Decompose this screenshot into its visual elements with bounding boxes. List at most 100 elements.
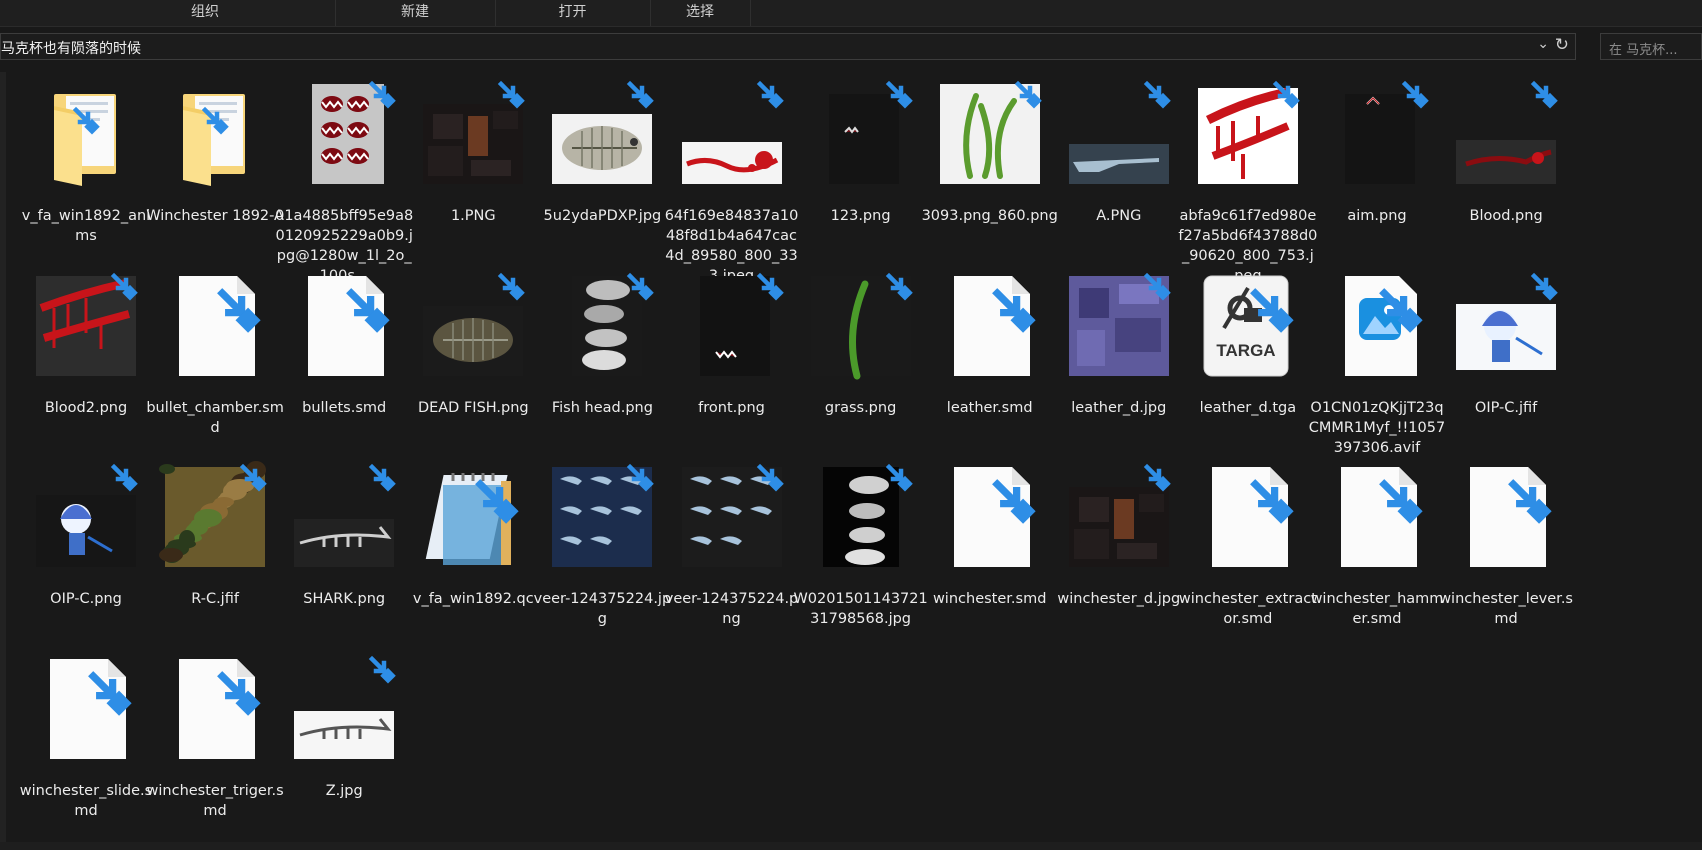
file-item[interactable]: winchester_extractor.smd [1178, 459, 1318, 664]
file-name: Blood.png [1469, 208, 1543, 224]
file-item[interactable]: 5u2ydaPDXP.jpg [532, 76, 672, 281]
file-item[interactable]: 123.png [791, 76, 931, 281]
file-name: 1.PNG [450, 208, 496, 224]
refresh-icon[interactable]: ↻ [1555, 35, 1569, 55]
file-name: winchester_triger.smd [146, 782, 284, 819]
file-item[interactable]: winchester_hammer.smd [1307, 459, 1447, 664]
file-name: W020150114372131798568.jpg [793, 591, 928, 627]
file-thumbnail [1456, 80, 1558, 184]
file-item[interactable]: veer-124375224.jpg [532, 459, 672, 664]
file-item[interactable]: O1CN01zQKjjT23qCMMR1Myf_!!1057397306.avi… [1307, 268, 1447, 473]
file-item[interactable]: bullets.smd [274, 268, 414, 473]
file-item[interactable]: leather.smd [920, 268, 1060, 473]
file-name: v_fa_win1892_anims [21, 208, 151, 244]
file-thumbnail [552, 80, 655, 184]
new-menu[interactable]: 新建 [340, 0, 490, 26]
file-item[interactable]: Winchester 1892-A [145, 76, 285, 281]
file-item[interactable]: winchester_lever.smd [1436, 459, 1576, 664]
file-item[interactable]: Fish head.png [532, 268, 672, 473]
generic-file-icon [953, 275, 1036, 376]
file-name: A.PNG [1096, 208, 1142, 224]
organize-menu[interactable]: 组织 [110, 0, 300, 26]
file-name: winchester_lever.smd [1439, 591, 1573, 627]
file-thumbnail [426, 473, 519, 565]
file-thumbnail [828, 80, 913, 184]
file-thumbnail [294, 463, 396, 567]
generic-file-icon [953, 467, 1036, 567]
file-item[interactable]: winchester.smd [920, 459, 1060, 664]
generic-file-icon [308, 275, 390, 376]
file-item[interactable]: SHARK.png [274, 459, 414, 664]
file-name: grass.png [824, 399, 897, 416]
file-name: Fish head.png [551, 399, 653, 416]
file-name: winchester_hammer.smd [1310, 591, 1444, 627]
file-item[interactable]: TARGA leather_d.tga [1178, 268, 1318, 473]
address-path: 马克杯也有陨落的时候 [1, 41, 141, 57]
file-item[interactable]: 3093.png_860.png [920, 76, 1060, 281]
address-bar[interactable]: 马克杯也有陨落的时候 ⌄ ↻ [0, 33, 1576, 60]
file-item[interactable]: A.PNG [1049, 76, 1189, 281]
file-name: veer-124375224.png [664, 591, 799, 627]
file-item[interactable]: 1.PNG [403, 76, 543, 281]
file-thumbnail [1068, 463, 1171, 567]
file-item[interactable]: v_fa_win1892_anims [16, 76, 156, 281]
navigation-pane-edge [0, 72, 6, 850]
file-item[interactable]: W020150114372131798568.jpg [791, 459, 931, 664]
search-box[interactable]: 在 马克杯... [1600, 33, 1702, 60]
file-thumbnail [423, 272, 526, 376]
file-thumbnail [294, 655, 396, 759]
file-grid: v_fa_win1892_anims Winchester 1892-A 01a4… [8, 70, 1702, 850]
file-name: OIP-C.jfif [1474, 399, 1538, 416]
file-name: Winchester 1892-A [146, 208, 284, 224]
file-name: bullet_chamber.smd [146, 399, 284, 436]
file-thumbnail [572, 272, 655, 376]
file-name: DEAD FISH.png [417, 399, 529, 416]
file-name: SHARK.png [303, 591, 386, 607]
file-item[interactable]: bullet_chamber.smd [145, 268, 285, 473]
file-name: leather_d.tga [1199, 399, 1297, 416]
file-item[interactable]: aim.png [1307, 76, 1447, 281]
file-item[interactable]: veer-124375224.png [662, 459, 802, 664]
file-item[interactable]: leather_d.jpg [1049, 268, 1189, 473]
file-name: winchester_extractor.smd [1178, 591, 1317, 627]
file-item[interactable]: Blood.png [1436, 76, 1576, 281]
file-name: Z.jpg [325, 782, 363, 799]
file-item[interactable]: v_fa_win1892.qc [403, 459, 543, 664]
file-thumbnail: TARGA [1203, 275, 1294, 376]
file-item[interactable]: 01a4885bff95e9a80120925229a0b9.jpg@1280w… [274, 76, 414, 284]
file-thumbnail [1197, 80, 1300, 184]
file-item[interactable]: R-C.jfif [145, 459, 285, 664]
file-name: winchester.smd [932, 591, 1047, 607]
file-item[interactable]: 64f169e84837a1048f8d1b4a647cac4d_89580_8… [662, 76, 802, 284]
file-name: aim.png [1347, 208, 1407, 224]
command-bar: 组织 新建 打开 选择 [0, 0, 1702, 27]
file-item[interactable]: grass.png [791, 268, 931, 473]
file-item[interactable]: abfa9c61f7ed980ef27a5bd6f43788d0_90620_8… [1178, 76, 1318, 284]
file-item[interactable]: front.png [662, 268, 802, 473]
file-thumbnail [423, 80, 526, 184]
file-item[interactable]: winchester_triger.smd [145, 651, 285, 850]
open-menu[interactable]: 打开 [500, 0, 645, 26]
file-item[interactable]: OIP-C.jfif [1436, 268, 1576, 473]
file-item[interactable]: DEAD FISH.png [403, 268, 543, 473]
file-name: leather.smd [946, 399, 1033, 416]
select-menu[interactable]: 选择 [655, 0, 745, 26]
folder-icon [183, 94, 246, 186]
file-name: 3093.png_860.png [921, 208, 1058, 224]
file-item[interactable]: Blood2.png [16, 268, 156, 473]
file-name: Blood2.png [44, 399, 128, 416]
file-name: O1CN01zQKjjT23qCMMR1Myf_!!1057397306.avi… [1308, 399, 1446, 456]
file-item[interactable]: OIP-C.png [16, 459, 156, 664]
generic-file-icon [1211, 467, 1294, 567]
file-name: 5u2ydaPDXP.jpg [543, 208, 662, 224]
file-item[interactable]: winchester_slide.smd [16, 651, 156, 850]
file-name: bullets.smd [302, 399, 387, 416]
ribbon-divider [650, 0, 651, 26]
chevron-down-icon[interactable]: ⌄ [1537, 36, 1549, 52]
file-thumbnail [1345, 275, 1423, 376]
file-name: OIP-C.png [50, 591, 122, 607]
ribbon-divider [750, 0, 751, 26]
file-item[interactable]: Z.jpg [274, 651, 414, 850]
file-thumbnail [681, 80, 784, 184]
file-item[interactable]: winchester_d.jpg [1049, 459, 1189, 664]
